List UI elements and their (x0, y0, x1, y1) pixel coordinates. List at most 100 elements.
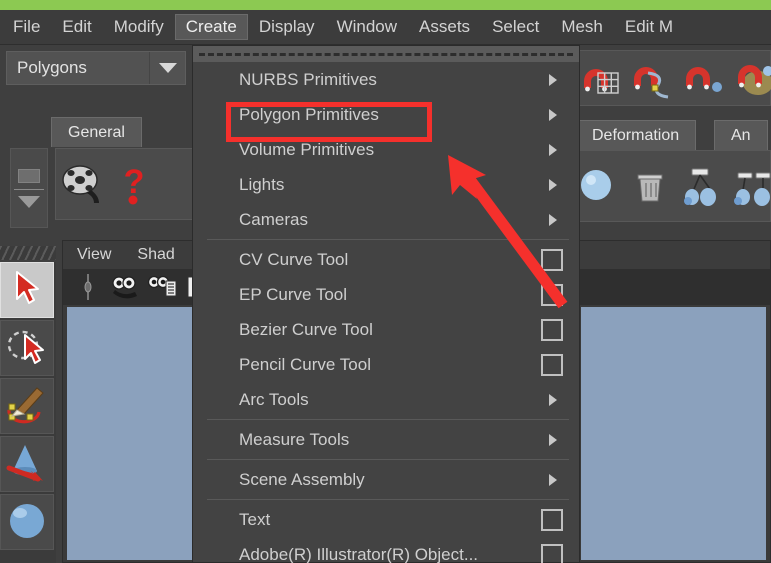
paint-brush-icon (5, 384, 49, 429)
handle-grip-icon[interactable] (71, 271, 105, 303)
menu-item-label: Scene Assembly (239, 469, 365, 489)
chevron-down-icon (158, 63, 177, 73)
shelf-row-general: ? (55, 148, 195, 220)
menubar-item-modify[interactable]: Modify (103, 14, 175, 40)
menubar-item-edit-m[interactable]: Edit M (614, 14, 684, 40)
move-tool[interactable] (0, 436, 54, 492)
menu-item-scene-assembly[interactable]: Scene Assembly (193, 462, 579, 497)
shelf-tab-deformation[interactable]: Deformation (575, 120, 697, 150)
menubar-item-edit[interactable]: Edit (51, 14, 102, 40)
option-box-checkbox[interactable] (541, 543, 563, 563)
menu-item-label: Volume Primitives (239, 139, 375, 159)
chevron-down-icon[interactable] (18, 195, 40, 208)
submenu-arrow-icon (549, 433, 557, 446)
menu-item-polygon-primitives[interactable]: Polygon Primitives (193, 97, 579, 132)
blend-shape-icon[interactable] (573, 158, 625, 214)
option-box-checkbox[interactable] (541, 283, 563, 306)
option-box-checkbox[interactable] (541, 353, 563, 376)
magnet-grid-icon[interactable] (573, 53, 625, 103)
shelf-block-icon (18, 168, 40, 183)
mode-select-arrow[interactable] (149, 52, 185, 84)
submenu-arrow-icon (549, 178, 557, 191)
viewport-menu-shad[interactable]: Shad (137, 246, 174, 264)
menubar-item-assets[interactable]: Assets (408, 14, 481, 40)
question-mark-icon[interactable]: ? (108, 156, 160, 212)
rotate-tool[interactable] (0, 494, 54, 550)
submenu-arrow-icon (549, 143, 557, 156)
cone-arrow-icon (5, 441, 49, 488)
submenu-arrow-icon (549, 473, 557, 486)
menubar-item-window[interactable]: Window (326, 14, 408, 40)
divider (14, 188, 44, 190)
menu-item-cameras[interactable]: Cameras (193, 202, 579, 237)
submenu-arrow-icon (549, 393, 557, 406)
create-dropdown-menu: NURBS Primitives Polygon Primitives Volume… (192, 45, 580, 563)
menu-tearoff-handle[interactable] (193, 46, 579, 62)
wrap-icon[interactable] (729, 158, 771, 214)
menu-item-cv-curve-tool[interactable]: CV Curve Tool (193, 242, 579, 277)
option-box-checkbox[interactable] (541, 508, 563, 531)
menu-item-label: Polygon Primitives (239, 104, 379, 124)
shelf-row-snap-tools (572, 50, 771, 106)
lattice-icon[interactable] (677, 158, 729, 214)
main-menubar: File Edit Modify Create Display Window Assets S… (0, 10, 771, 45)
shelf-tab-animation[interactable]: An (714, 120, 768, 150)
menu-item-volume-primitives[interactable]: Volume Primitives (193, 132, 579, 167)
option-box-checkbox[interactable] (541, 248, 563, 271)
camera-attributes-icon[interactable] (145, 271, 179, 303)
menu-separator (207, 499, 569, 500)
lasso-select-tool[interactable] (0, 320, 54, 376)
menu-item-lights[interactable]: Lights (193, 167, 579, 202)
menu-item-measure-tools[interactable]: Measure Tools (193, 422, 579, 457)
menu-item-arc-tools[interactable]: Arc Tools (193, 382, 579, 417)
submenu-arrow-icon (549, 213, 557, 226)
maya-window: File Edit Modify Create Display Window Assets S… (0, 0, 771, 563)
shelf-row-deformation (572, 150, 771, 222)
menu-separator (207, 419, 569, 420)
shelf-nav-control[interactable] (10, 148, 48, 228)
select-tool[interactable] (0, 262, 54, 318)
menu-item-label: Measure Tools (239, 429, 350, 449)
menu-item-label: Pencil Curve Tool (239, 354, 371, 374)
menu-item-label: CV Curve Tool (239, 249, 349, 269)
option-box-checkbox[interactable] (541, 318, 563, 341)
paint-select-tool[interactable] (0, 378, 54, 434)
camera-icon[interactable] (108, 271, 142, 303)
magnet-surface-icon[interactable] (729, 53, 771, 103)
magnet-curve-icon[interactable] (625, 53, 677, 103)
mode-select-dropdown[interactable]: Polygons (6, 51, 186, 85)
menu-item-label: Arc Tools (239, 389, 309, 409)
menu-item-label: Bezier Curve Tool (239, 319, 373, 339)
menubar-item-select[interactable]: Select (481, 14, 550, 40)
menu-item-bezier-curve-tool[interactable]: Bezier Curve Tool (193, 312, 579, 347)
menubar-item-display[interactable]: Display (248, 14, 326, 40)
arrow-cursor-icon (10, 269, 44, 312)
lasso-cursor-icon (5, 327, 49, 370)
viewport-menu-view[interactable]: View (77, 246, 111, 264)
sphere-icon (5, 499, 49, 546)
menu-item-pencil-curve-tool[interactable]: Pencil Curve Tool (193, 347, 579, 382)
delete-cluster-icon[interactable] (625, 158, 677, 214)
menu-item-adobe-r-illustrator-r-object[interactable]: Adobe(R) Illustrator(R) Object... (193, 537, 579, 563)
menu-item-text[interactable]: Text (193, 502, 579, 537)
shelf-tab-general[interactable]: General (51, 117, 142, 147)
menubar-item-create[interactable]: Create (174, 14, 248, 40)
magnet-point-icon[interactable] (677, 53, 729, 103)
menu-item-label: Lights (239, 174, 285, 194)
menubar-item-mesh[interactable]: Mesh (550, 14, 614, 40)
submenu-arrow-icon (549, 73, 557, 86)
menubar-item-file[interactable]: File (2, 14, 51, 40)
submenu-arrow-icon (549, 108, 557, 121)
mode-select-value: Polygons (17, 58, 87, 77)
film-reel-icon[interactable] (56, 156, 108, 212)
menu-item-nurbs-primitives[interactable]: NURBS Primitives (193, 62, 579, 97)
svg-text:?: ? (124, 163, 145, 201)
menu-item-label: Adobe(R) Illustrator(R) Object... (239, 544, 479, 563)
menu-item-label: NURBS Primitives (239, 69, 377, 89)
toolbox-drag-handle[interactable] (0, 246, 56, 260)
menu-item-label: Cameras (239, 209, 308, 229)
toolbox-column (0, 262, 56, 563)
menu-item-label: Text (239, 509, 271, 529)
menu-item-ep-curve-tool[interactable]: EP Curve Tool (193, 277, 579, 312)
menu-separator (207, 239, 569, 240)
